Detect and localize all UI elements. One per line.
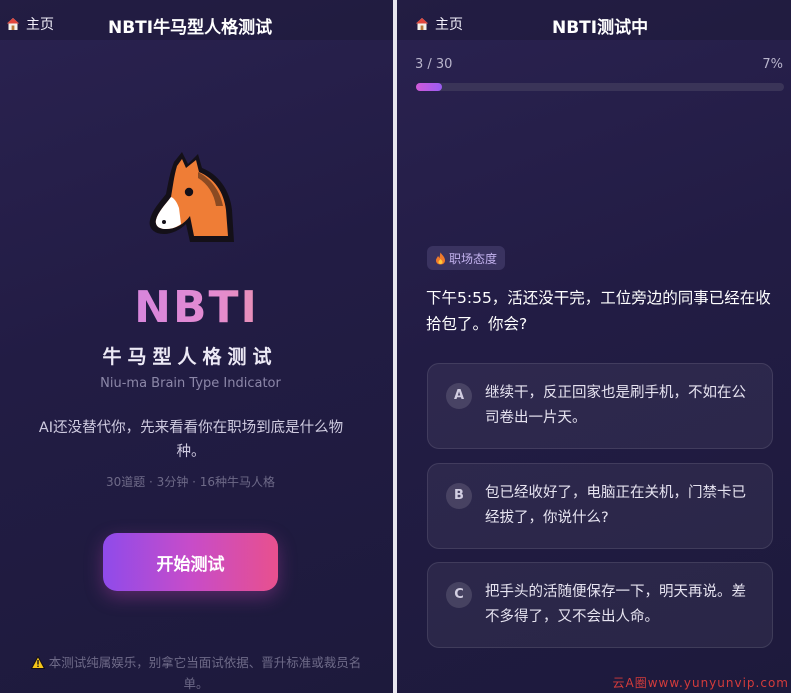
home-link[interactable]: 主页 bbox=[415, 14, 463, 34]
home-label: 主页 bbox=[26, 17, 54, 33]
home-label: 主页 bbox=[435, 17, 463, 33]
progress-percent: 7% bbox=[762, 57, 783, 72]
warning-icon bbox=[30, 656, 45, 669]
start-screen: 主页 NBTI牛马型人格测试 NBTI 牛马型人格测试 Niu-ma Brain… bbox=[0, 0, 393, 693]
option-b[interactable]: B 包已经收好了，电脑正在关机，门禁卡已经拔了，你说什么? bbox=[427, 463, 773, 549]
test-meta: 30道题 · 3分钟 · 16种牛马人格 bbox=[105, 475, 276, 489]
top-bar: 主页 NBTI测试中 bbox=[397, 0, 791, 40]
progress-bar bbox=[416, 83, 784, 91]
option-letter: C bbox=[446, 582, 472, 608]
category-tag: 职场态度 bbox=[427, 246, 506, 270]
option-letter: A bbox=[446, 383, 472, 409]
question-screen: 主页 NBTI测试中 3 / 30 7% 职场态度 下午5:55，活还没干完，工… bbox=[397, 0, 791, 693]
progress-counter: 3 / 30 bbox=[415, 57, 453, 72]
option-letter: B bbox=[446, 483, 472, 509]
page-title: NBTI测试中 bbox=[552, 18, 649, 38]
home-link[interactable]: 主页 bbox=[6, 14, 54, 34]
disclaimer-text: 本测试纯属娱乐，别拿它当面试依据、晋升标准或裁员名单。 bbox=[48, 655, 362, 691]
english-subtitle: Niu-ma Brain Type Indicator bbox=[100, 376, 281, 391]
category-tag-label: 职场态度 bbox=[449, 251, 498, 266]
top-bar: 主页 NBTI牛马型人格测试 bbox=[0, 0, 393, 40]
option-text: 包已经收好了，电脑正在关机，门禁卡已经拔了，你说什么? bbox=[485, 485, 746, 526]
description: AI还没替代你，先来看看你在职场到底是什么物种。 bbox=[38, 420, 344, 460]
option-text: 把手头的活随便保存一下，明天再说。差不多得了，又不会出人命。 bbox=[485, 584, 746, 625]
watermark: 云A圈www.yunyunvip.com bbox=[612, 676, 789, 690]
fire-icon bbox=[436, 252, 445, 264]
subtitle: 牛马型人格测试 bbox=[102, 346, 278, 368]
option-a[interactable]: A 继续干，反正回家也是刷手机，不如在公司卷出一片天。 bbox=[427, 363, 773, 449]
option-c[interactable]: C 把手头的活随便保存一下，明天再说。差不多得了，又不会出人命。 bbox=[427, 562, 773, 648]
start-test-button[interactable]: 开始测试 bbox=[103, 533, 278, 591]
page-title: NBTI牛马型人格测试 bbox=[108, 18, 273, 38]
question-text: 下午5:55，活还没干完，工位旁边的同事已经在收拾包了。你会? bbox=[426, 289, 771, 333]
progress-fill bbox=[416, 83, 442, 91]
nbti-logo: NBTI bbox=[0, 282, 393, 333]
home-icon bbox=[416, 18, 428, 30]
home-icon bbox=[7, 18, 19, 30]
disclaimer: 本测试纯属娱乐，别拿它当面试依据、晋升标准或裁员名单。 bbox=[28, 652, 364, 693]
horse-face-icon bbox=[149, 152, 234, 242]
option-text: 继续干，反正回家也是刷手机，不如在公司卷出一片天。 bbox=[485, 385, 746, 426]
